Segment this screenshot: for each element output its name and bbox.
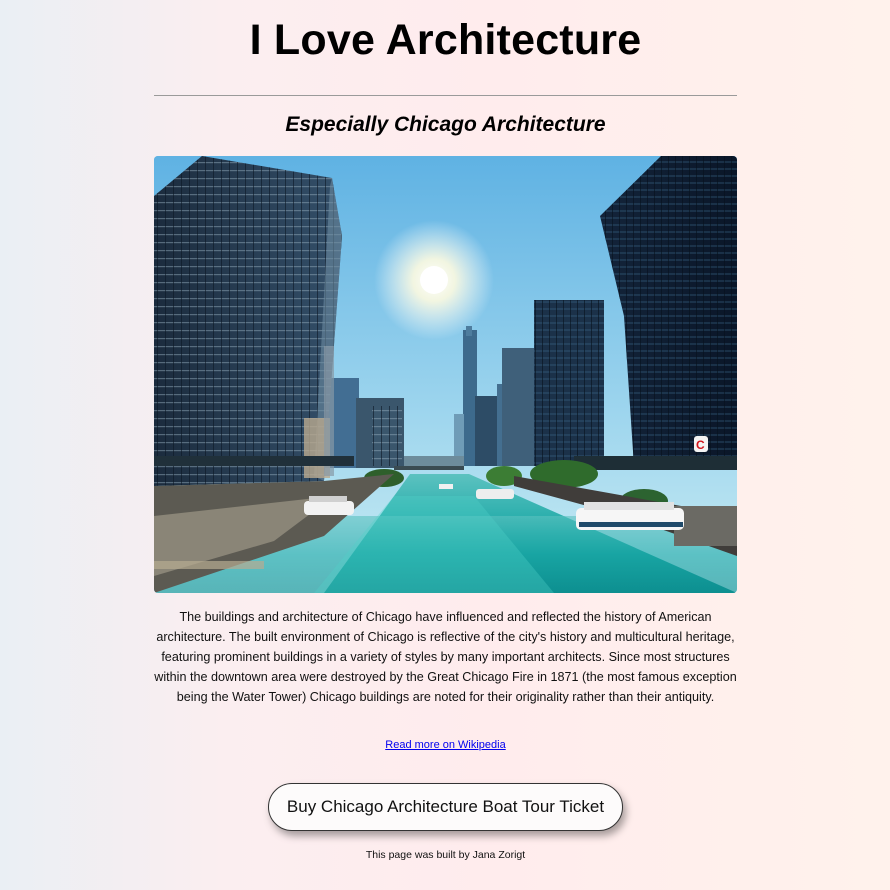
page-subtitle: Especially Chicago Architecture [285,113,606,136]
svg-text:C: C [696,438,705,452]
buy-boat-tour-ticket-button[interactable]: Buy Chicago Architecture Boat Tour Ticke… [268,783,623,831]
title-divider [154,95,737,96]
chicago-river-photo: C [154,156,737,593]
wikipedia-link-wrapper: Read more on Wikipedia [154,739,737,751]
wikipedia-link[interactable]: Read more on Wikipedia [385,739,505,751]
architecture-description: The buildings and architecture of Chicag… [154,610,737,704]
page-title: I Love Architecture [249,16,642,64]
footer-credit: This page was built by Jana Zorigt [365,849,526,861]
